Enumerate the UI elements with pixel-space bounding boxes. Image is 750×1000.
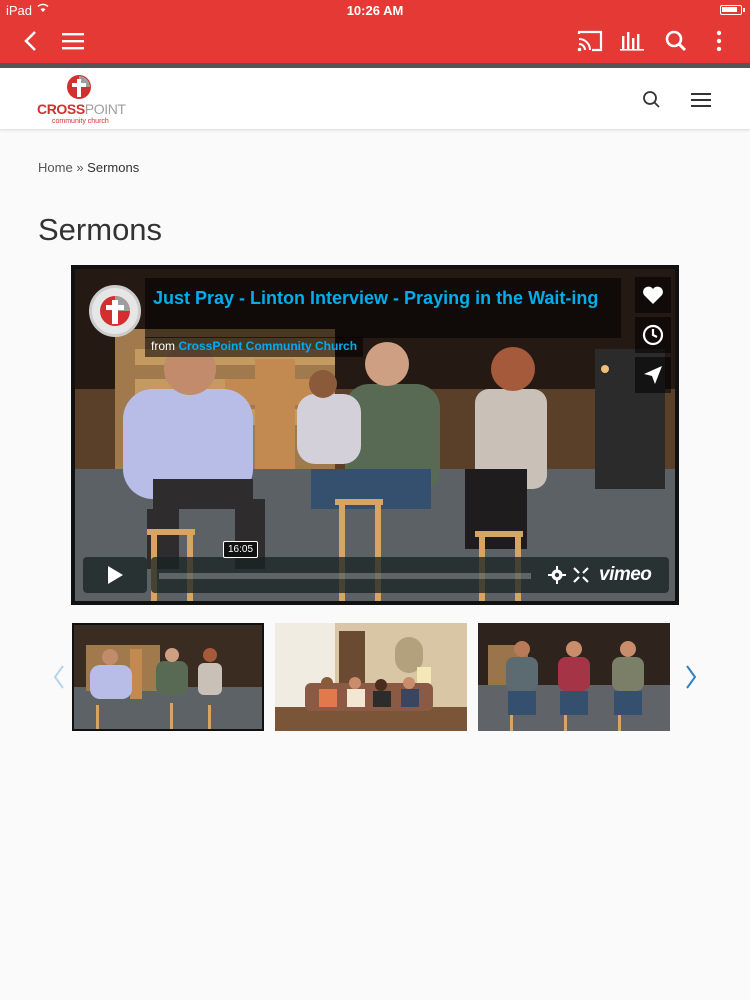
breadcrumb: Home » Sermons [38, 160, 139, 175]
chevron-left-icon [24, 31, 36, 51]
cast-icon [577, 30, 603, 52]
crosspoint-logo-icon [67, 75, 91, 99]
share-button[interactable] [635, 357, 671, 393]
vimeo-logo[interactable]: vimeo [599, 564, 652, 586]
status-time: 10:26 AM [346, 3, 404, 18]
video-title-overlay: Just Pray - Linton Interview - Praying i… [81, 275, 621, 357]
search-icon [665, 30, 687, 52]
video-thumbnail-image [275, 623, 467, 731]
share-icon [644, 366, 662, 384]
heart-icon [643, 286, 663, 304]
back-button[interactable] [14, 24, 48, 58]
play-button[interactable] [83, 557, 147, 593]
fullscreen-icon[interactable] [572, 566, 590, 584]
app-menu-button[interactable] [56, 24, 90, 58]
audio-button[interactable] [615, 24, 649, 58]
like-button[interactable] [635, 277, 671, 313]
watch-later-button[interactable] [635, 317, 671, 353]
hamburger-icon [62, 33, 84, 50]
carousel-prev-icon[interactable] [50, 663, 68, 691]
crosspoint-logo-icon [100, 296, 130, 326]
breadcrumb-home-link[interactable]: Home [38, 160, 73, 175]
video-title[interactable]: Just Pray - Linton Interview - Praying i… [153, 286, 613, 311]
logo-tagline: community church [52, 118, 109, 125]
carousel-thumbnail-2[interactable] [275, 623, 467, 731]
settings-icon[interactable] [548, 566, 566, 584]
site-logo[interactable]: CROSSPOINT community church [37, 74, 127, 126]
clock-icon [642, 324, 664, 346]
carousel-thumbnail-1[interactable] [72, 623, 264, 731]
more-vertical-icon [716, 30, 722, 52]
video-player[interactable]: Just Pray - Linton Interview - Praying i… [71, 265, 679, 605]
audio-bars-icon [620, 32, 644, 51]
page-title: Sermons [38, 212, 163, 247]
video-channel-link[interactable]: CrossPoint Community Church [178, 339, 357, 353]
channel-avatar[interactable] [89, 285, 141, 337]
hamburger-icon[interactable] [688, 88, 716, 112]
logo-wordmark: CROSSPOINT [37, 101, 126, 117]
carousel-thumbnail-3[interactable] [478, 623, 670, 731]
progress-track[interactable] [159, 573, 531, 579]
carousel-next-icon[interactable] [682, 663, 700, 691]
video-from-label: from [151, 339, 175, 353]
cast-button[interactable] [573, 24, 607, 58]
progress-bar[interactable]: 16:05 vimeo [151, 541, 669, 593]
video-thumbnail-image [478, 623, 670, 731]
site-header: CROSSPOINT community church [0, 68, 750, 130]
more-button[interactable] [702, 24, 736, 58]
breadcrumb-current: Sermons [87, 160, 140, 175]
app-toolbar: iPad 10:26 AM [0, 0, 750, 63]
status-bar: iPad 10:26 AM [0, 0, 750, 20]
battery-icon [720, 5, 745, 15]
app-search-button[interactable] [659, 24, 693, 58]
video-thumbnail-image [74, 625, 262, 729]
play-icon [108, 566, 123, 584]
breadcrumb-separator: » [76, 160, 84, 175]
video-controls: 16:05 vimeo [83, 541, 669, 593]
video-duration: 16:05 [223, 541, 259, 558]
search-icon[interactable] [640, 88, 664, 112]
video-byline: from CrossPoint Community Church [145, 337, 364, 357]
video-title-box: Just Pray - Linton Interview - Praying i… [145, 278, 621, 338]
